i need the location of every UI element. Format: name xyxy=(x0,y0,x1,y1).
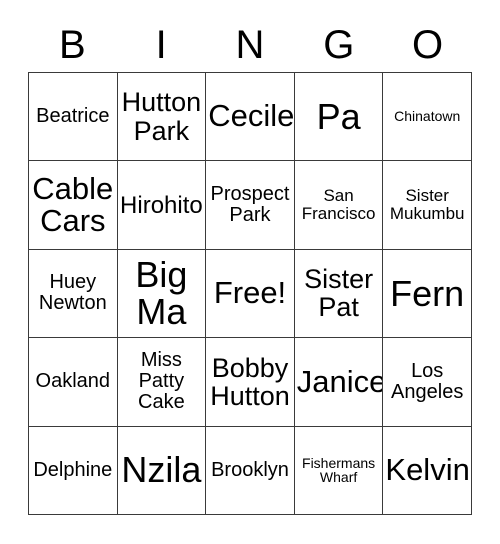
bingo-cell-b3[interactable]: Huey Newton xyxy=(29,249,118,339)
bingo-cell-n5[interactable]: Brooklyn xyxy=(206,426,295,515)
bingo-cell-label: Cable Cars xyxy=(32,170,114,239)
bingo-cell-label: Brooklyn xyxy=(211,458,289,481)
header-letter-g: G xyxy=(323,23,355,67)
bingo-cell-g2[interactable]: San Francisco xyxy=(294,161,384,250)
bingo-cell-o5[interactable]: Kelvin xyxy=(383,426,472,515)
bingo-cell-o4[interactable]: Los Angeles xyxy=(383,338,472,427)
bingo-cell-i1[interactable]: Hutton Park xyxy=(117,73,207,162)
bingo-cell-label: Fishermans Wharf xyxy=(302,454,376,486)
header-letter-n: N xyxy=(235,23,265,67)
bingo-cell-o2[interactable]: Sister Mukumbu xyxy=(383,161,472,250)
bingo-cell-g4[interactable]: Janice xyxy=(294,338,384,427)
bingo-cell-label: Beatrice xyxy=(36,105,110,128)
header-letter-o: O xyxy=(412,23,444,67)
free-space-label: Free! xyxy=(213,275,287,311)
bingo-cell-label: San Francisco xyxy=(301,186,376,224)
bingo-cell-label: Los Angeles xyxy=(391,359,464,403)
bingo-grid: Beatrice Hutton Park Cecile Pa Chinatown… xyxy=(28,72,472,515)
bingo-cell-i5[interactable]: Nzila xyxy=(117,426,207,515)
bingo-cell-label: Kelvin xyxy=(385,452,470,488)
bingo-cell-g5[interactable]: Fishermans Wharf xyxy=(294,426,384,515)
bingo-cell-free-space[interactable]: Free! xyxy=(206,249,295,339)
bingo-cell-label: Nzila xyxy=(121,449,202,491)
bingo-cell-b2[interactable]: Cable Cars xyxy=(29,161,118,250)
bingo-cell-label: Delphine xyxy=(33,458,113,481)
bingo-cell-b4[interactable]: Oakland xyxy=(29,338,118,427)
bingo-cell-label: Miss Patty Cake xyxy=(138,349,185,414)
bingo-cell-label: Chinatown xyxy=(394,108,461,125)
bingo-card: B I N G O Beatrice Hutton Park Cecile Pa… xyxy=(0,0,500,544)
bingo-cell-label: Fern xyxy=(390,272,465,314)
bingo-cell-label: Huey Newton xyxy=(38,271,107,315)
bingo-cell-g3[interactable]: Sister Pat xyxy=(294,249,384,339)
bingo-cell-label: Sister Pat xyxy=(304,264,374,323)
bingo-cell-b5[interactable]: Delphine xyxy=(29,426,118,515)
bingo-cell-label: Pa xyxy=(316,95,361,137)
bingo-cell-n2[interactable]: Prospect Park xyxy=(206,161,295,250)
bingo-cell-n1[interactable]: Cecile xyxy=(206,73,295,162)
bingo-cell-o3[interactable]: Fern xyxy=(383,249,472,339)
bingo-cell-label: Hirohito xyxy=(120,191,203,219)
bingo-cell-label: Hutton Park xyxy=(121,87,202,146)
bingo-cell-i4[interactable]: Miss Patty Cake xyxy=(117,338,207,427)
bingo-cell-o1[interactable]: Chinatown xyxy=(383,73,472,162)
bingo-cell-label: Bobby Hutton xyxy=(210,352,290,411)
bingo-cell-n4[interactable]: Bobby Hutton xyxy=(206,338,295,427)
bingo-cell-b1[interactable]: Beatrice xyxy=(29,73,118,162)
bingo-cell-label: Big Ma xyxy=(135,253,188,333)
bingo-cell-i2[interactable]: Hirohito xyxy=(117,161,207,250)
bingo-cell-label: Janice xyxy=(296,363,384,399)
bingo-cell-label: Prospect Park xyxy=(210,183,290,227)
bingo-cell-label: Oakland xyxy=(35,370,111,393)
bingo-header-row: B I N G O xyxy=(28,18,472,72)
bingo-cell-label: Sister Mukumbu xyxy=(389,186,465,224)
bingo-cell-i3[interactable]: Big Ma xyxy=(117,249,207,339)
header-letter-i: I xyxy=(155,23,167,67)
header-letter-b: B xyxy=(59,23,86,67)
bingo-cell-label: Cecile xyxy=(208,98,295,134)
bingo-cell-g1[interactable]: Pa xyxy=(294,73,384,162)
